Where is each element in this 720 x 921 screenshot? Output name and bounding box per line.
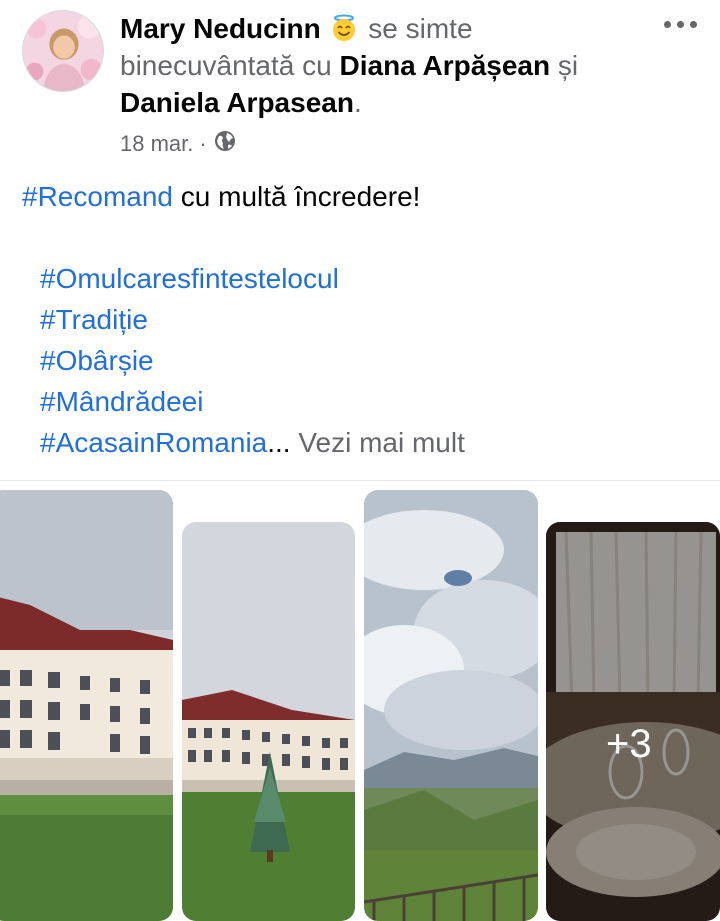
tagged-person-2[interactable]: Daniela Arpasean bbox=[120, 87, 354, 118]
avatar-image bbox=[23, 11, 103, 91]
period: . bbox=[353, 87, 362, 118]
post-text-line1: cu multă încredere! bbox=[172, 181, 421, 212]
more-options-icon[interactable] bbox=[660, 14, 700, 34]
hashtag[interactable]: #Mândrădeei bbox=[22, 381, 702, 422]
hashtag[interactable]: #Obârșie bbox=[22, 340, 702, 381]
feeling-prefix: se simte bbox=[368, 13, 473, 44]
post-text: #Recomand cu multă încredere! #Omulcares… bbox=[22, 176, 702, 463]
with-text: cu bbox=[302, 50, 332, 81]
author-name[interactable]: Mary Neducinn bbox=[120, 13, 321, 44]
meta-separator: · bbox=[199, 131, 207, 156]
ellipsis: ... bbox=[267, 427, 291, 458]
post-header: Mary Neducinn se simte binecuvântată cu … bbox=[120, 10, 640, 121]
avatar[interactable] bbox=[22, 10, 104, 92]
halo-smile-emoji-icon bbox=[330, 14, 358, 42]
more-photos-count[interactable]: +3 bbox=[606, 722, 652, 767]
divider bbox=[0, 480, 720, 481]
photo-3[interactable] bbox=[364, 490, 538, 921]
photo-2[interactable] bbox=[182, 522, 355, 921]
hashtag[interactable]: #Omulcaresfintestelocul bbox=[22, 258, 702, 299]
globe-icon bbox=[213, 129, 237, 159]
hashtag[interactable]: #AcasainRomania bbox=[40, 427, 267, 458]
see-more-link[interactable]: Vezi mai mult bbox=[291, 427, 465, 458]
photo-1[interactable] bbox=[0, 490, 173, 921]
hashtag-recomand[interactable]: #Recomand bbox=[22, 181, 173, 212]
feeling-label: binecuvântată bbox=[120, 50, 295, 81]
hashtag[interactable]: #Tradiție bbox=[22, 299, 702, 340]
post-date[interactable]: 18 mar. bbox=[120, 131, 193, 157]
post-meta: 18 mar. · bbox=[120, 129, 237, 159]
and-text: și bbox=[557, 50, 579, 81]
tagged-person-1[interactable]: Diana Arpășean bbox=[340, 50, 551, 81]
